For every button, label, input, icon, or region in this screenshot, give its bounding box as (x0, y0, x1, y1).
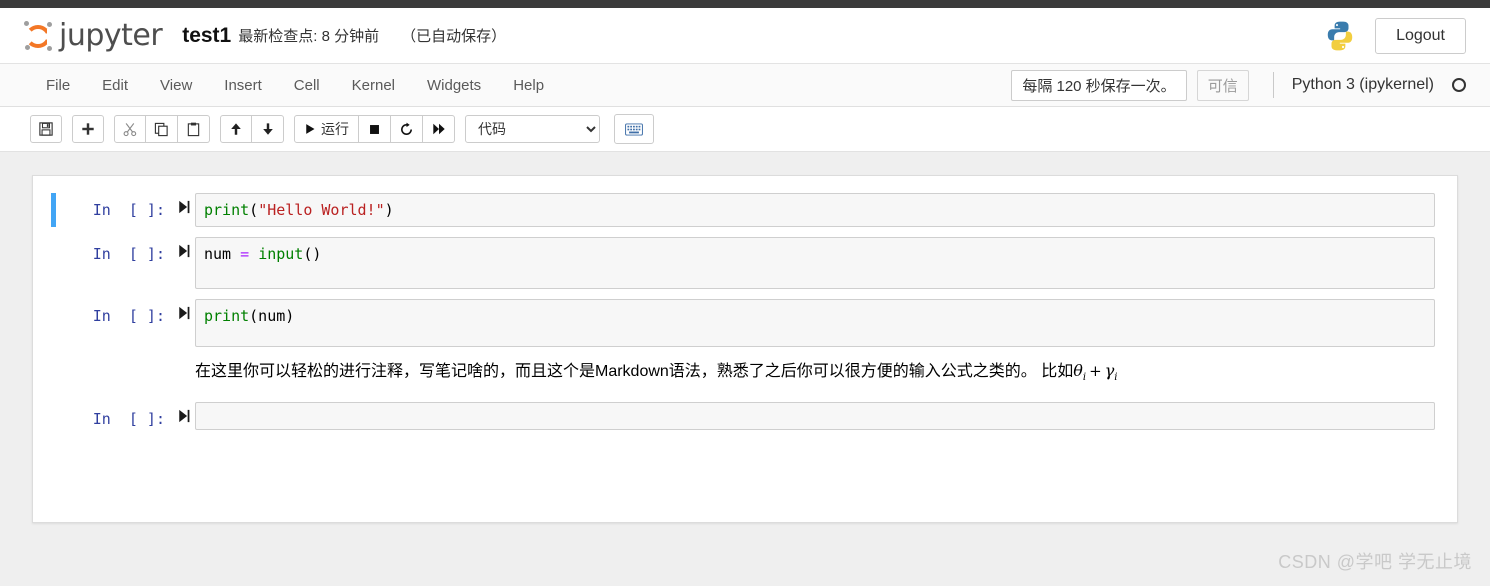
jupyter-wordmark: jupyter (59, 18, 163, 53)
top-dark-strip (0, 0, 1490, 8)
jupyter-logo-icon (22, 19, 54, 53)
floppy-disk-icon (39, 122, 53, 136)
menu-bar: File Edit View Insert Cell Kernel Widget… (0, 63, 1490, 107)
move-cell-up-button[interactable] (220, 115, 252, 143)
cell-prompt: In [ ]: (92, 201, 165, 219)
code-token: input (258, 245, 304, 263)
cell-prompt: In [ ]: (92, 410, 165, 429)
run-cell-label: 运行 (321, 121, 349, 137)
arrow-down-icon (262, 123, 273, 135)
code-token: = (240, 245, 250, 263)
notebook-page-body: In [ ]: print("Hello World!") In [ ]: nu… (0, 152, 1490, 586)
cell-input[interactable]: print(num) (195, 299, 1435, 347)
trusted-badge[interactable]: 可信 (1196, 69, 1249, 101)
code-token: (num) (249, 307, 295, 325)
jupyter-logo-link[interactable]: jupyter (22, 18, 163, 53)
code-token: ( (249, 201, 259, 219)
checkpoint-status: 最新检查点: 8 分钟前 (238, 28, 380, 45)
restart-circle-icon (401, 122, 412, 135)
cut-cell-button[interactable] (114, 115, 146, 143)
interrupt-kernel-button[interactable] (359, 115, 391, 143)
menu-item-widgets[interactable]: Widgets (411, 72, 497, 99)
run-cell-play-icon[interactable] (173, 237, 195, 262)
notebook-toolbar: 运行 代码 Markdown 原始 NBConvert 标题 (0, 107, 1490, 152)
markdown-text: 在这里你可以轻松的进行注释，写笔记啥的，而且这个是Markdown语法，熟悉了之… (195, 363, 1074, 380)
logout-button[interactable]: Logout (1375, 17, 1466, 54)
toolbar-group-insert (72, 115, 104, 143)
fast-forward-icon (432, 123, 445, 135)
markdown-cell[interactable]: 在这里你可以轻松的进行注释，写笔记啥的，而且这个是Markdown语法，熟悉了之… (33, 352, 1457, 397)
copy-cell-button[interactable] (146, 115, 178, 143)
keyboard-shortcuts-button[interactable] (614, 114, 654, 144)
copy-icon (154, 122, 168, 136)
cell-prompt: In [ ]: (92, 245, 165, 263)
restart-kernel-button[interactable] (391, 115, 423, 143)
cell-type-select[interactable]: 代码 Markdown 原始 NBConvert 标题 (465, 115, 600, 143)
cell-prompt: In [ ]: (92, 307, 165, 325)
clipboard-icon (187, 122, 200, 136)
insert-cell-below-button[interactable] (72, 115, 104, 143)
cell-input[interactable]: print("Hello World!") (195, 193, 1435, 227)
arrow-up-icon (231, 123, 241, 135)
code-token: "Hello World!" (258, 201, 385, 219)
cell-input[interactable]: num = input() (195, 237, 1435, 289)
plus-icon (82, 123, 94, 135)
toolbar-group-save (30, 115, 62, 143)
csdn-watermark: CSDN @学吧 学无止境 (1278, 552, 1472, 572)
code-token: print (204, 201, 250, 219)
run-cell-play-icon[interactable] (173, 402, 195, 427)
header-right-group: Logout (1323, 17, 1466, 54)
kernel-name-label[interactable]: Python 3 (ipykernel) (1292, 76, 1434, 94)
notebook-name[interactable]: test1 (182, 24, 231, 48)
menubar-divider (1272, 72, 1274, 98)
menu-item-help[interactable]: Help (497, 72, 560, 99)
code-token: num (204, 245, 241, 263)
stop-square-icon (370, 124, 379, 134)
toolbar-group-clipboard (114, 115, 210, 143)
code-token: ) (384, 201, 394, 219)
run-cell-play-icon[interactable] (173, 193, 195, 218)
run-cell-button[interactable]: 运行 (294, 115, 359, 143)
app-header: jupyter test1 最新检查点: 8 分钟前 （已自动保存） Logou… (0, 8, 1490, 63)
notebook-container: In [ ]: print("Hello World!") In [ ]: nu… (32, 175, 1458, 523)
math-formula: γi (1104, 361, 1118, 384)
save-button[interactable] (30, 115, 62, 143)
math-formula: θi (1073, 361, 1087, 384)
autosave-status: （已自动保存） (401, 28, 507, 45)
toolbar-group-move (220, 115, 284, 143)
play-icon (306, 124, 315, 134)
code-cell[interactable]: In [ ]: print("Hello World!") (33, 188, 1457, 232)
code-cell[interactable]: In [ ]: num = input() (33, 232, 1457, 294)
code-token: print (204, 307, 250, 325)
menu-item-file[interactable]: File (30, 72, 86, 99)
code-token: () (303, 245, 322, 263)
scissors-icon (123, 122, 136, 136)
markdown-rendered-text: 在这里你可以轻松的进行注释，写笔记啥的，而且这个是Markdown语法，熟悉了之… (195, 358, 1435, 391)
code-cell[interactable]: In [ ]: print(num) (33, 294, 1457, 352)
menu-item-view[interactable]: View (144, 72, 208, 99)
restart-and-run-all-button[interactable] (423, 115, 455, 143)
menu-item-insert[interactable]: Insert (208, 72, 278, 99)
menu-item-kernel[interactable]: Kernel (336, 72, 411, 99)
toolbar-group-run: 运行 (294, 115, 455, 143)
paste-cell-button[interactable] (178, 115, 210, 143)
menu-item-cell[interactable]: Cell (278, 72, 336, 99)
move-cell-down-button[interactable] (252, 115, 284, 143)
menubar-right-group: 每隔 120 秒保存一次。 可信 Python 3 (ipykernel) (1011, 69, 1466, 101)
keyboard-icon (625, 122, 643, 136)
kernel-idle-circle-icon (1452, 78, 1466, 92)
run-cell-play-icon[interactable] (173, 299, 195, 324)
menu-item-edit[interactable]: Edit (86, 72, 144, 99)
cell-input[interactable] (195, 402, 1435, 431)
python-logo-icon (1323, 19, 1357, 53)
autosave-interval-notice: 每隔 120 秒保存一次。 (1011, 69, 1187, 101)
code-cell[interactable]: In [ ]: (33, 397, 1457, 435)
math-operator: + (1089, 362, 1102, 380)
